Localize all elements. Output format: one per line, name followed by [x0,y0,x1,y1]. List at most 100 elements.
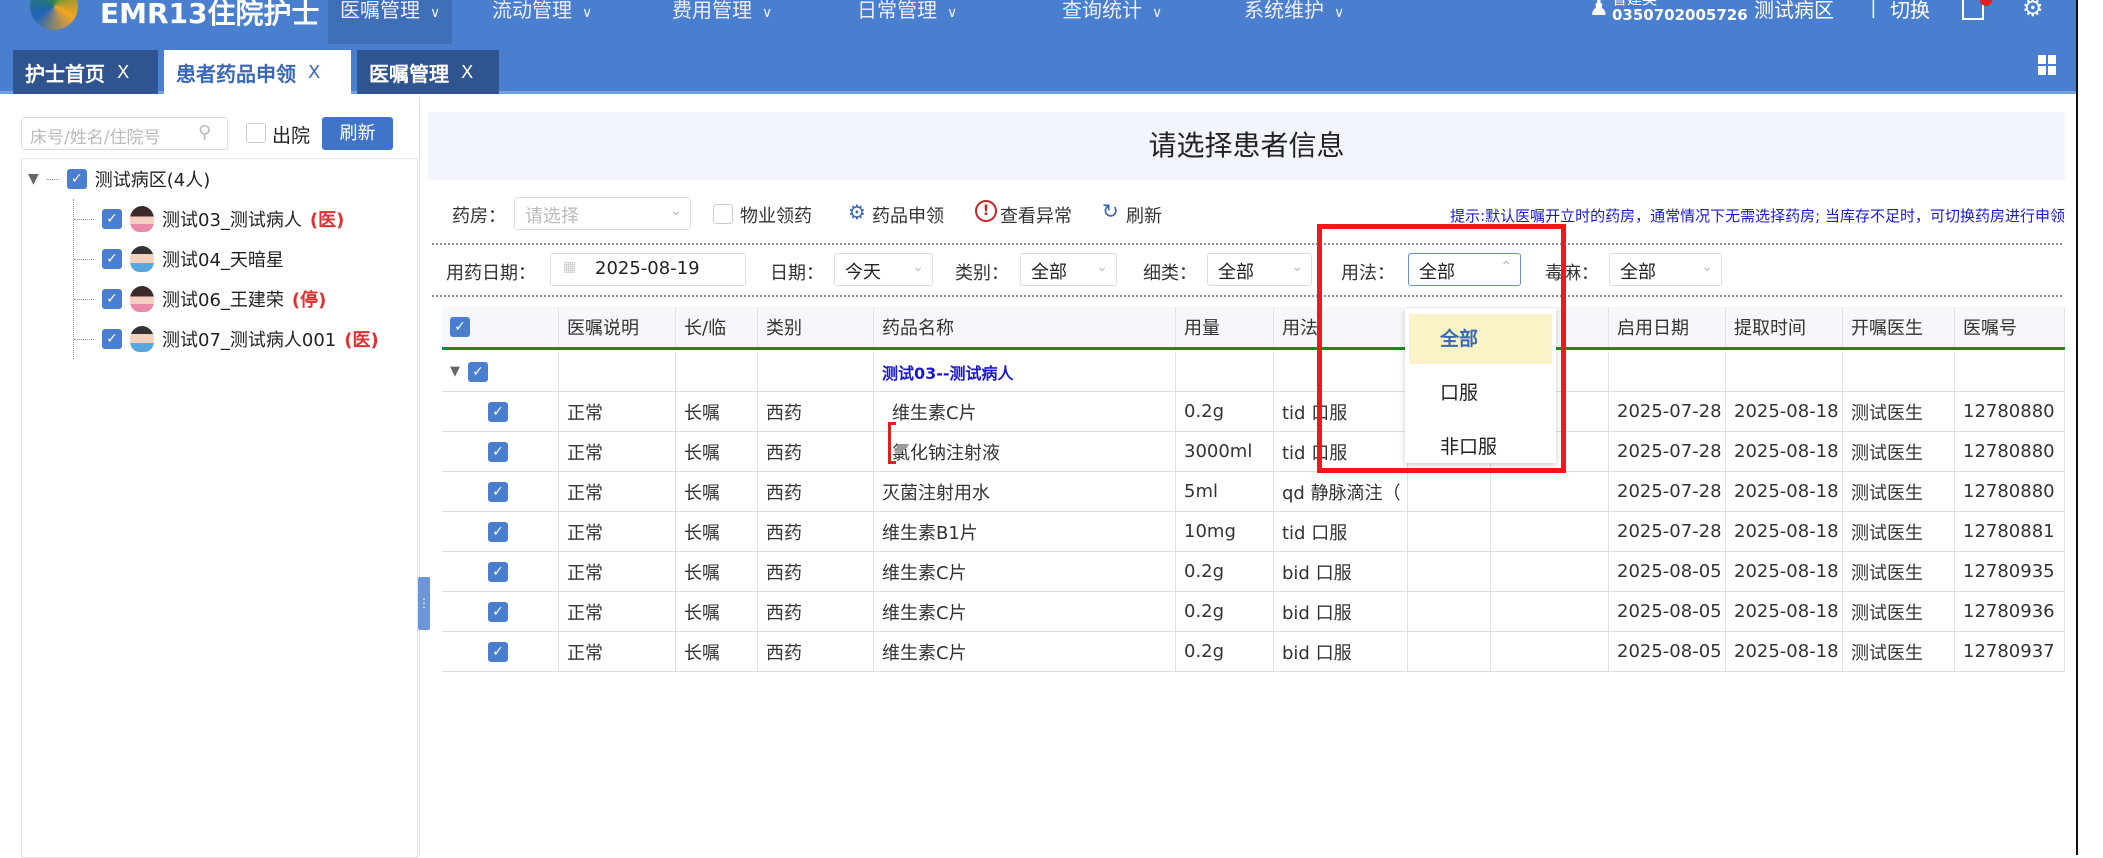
collapse-handle[interactable]: ⋮ [418,577,430,630]
cell-value: 3000ml [1184,441,1253,462]
cell-value: 西药 [766,602,802,624]
select-all-checkbox[interactable]: ✓ [450,317,470,337]
column-header[interactable]: 启用日期 [1609,307,1726,347]
tree-root[interactable]: ▼ ✓ 测试病区(4人) [22,159,417,199]
menu-item[interactable]: 系统维护 ∨ [1232,0,1356,44]
table-cell: 测试医生 [1843,632,1955,671]
subcategory-select[interactable]: 全部 ⌄ [1207,253,1312,286]
table-row: ✓ 正常 长嘱 西药 维生素C片 0.2g bid 口服 2025-08-05 2025-08-… [442,592,2065,632]
menu-item[interactable]: 日常管理 ∨ [845,0,969,44]
cell-value: tid 口服 [1282,522,1348,544]
patient-name: 测试04_天暗星 [162,250,284,271]
cell-value: 西药 [766,562,802,584]
table-cell [1955,352,2065,391]
patient-item[interactable]: ✓ 测试07_测试病人001 (医) [74,319,417,359]
table-cell: 长嘱 [676,472,758,511]
table-cell: 维生素C片 [874,552,1176,591]
checkbox[interactable]: ✓ [102,289,122,309]
column-header[interactable]: 开嘱医生 [1843,307,1955,347]
pharmacy-select[interactable]: 请选择 ⌄ [514,197,691,230]
cell-value: 正常 [567,482,603,504]
checkbox[interactable]: ✓ [102,209,122,229]
discharge-checkbox[interactable] [246,123,266,143]
refresh-button[interactable]: 刷新 [1126,202,1162,228]
day-select[interactable]: 今天 ⌄ [834,253,933,286]
date-input[interactable]: ▦ 2025-08-19 [550,253,746,286]
date-label: 用药日期： [446,263,536,284]
checkbox[interactable]: ✓ [66,169,87,189]
table-cell: bid 口服 [1274,552,1408,591]
column-header[interactable]: 医嘱号 [1955,307,2065,347]
table-cell [1609,352,1726,391]
cell-value: 12780881 [1963,521,2055,542]
search-icon[interactable]: ⚲ [198,122,211,143]
cell-value: 测试医生 [1851,562,1923,584]
patient-search-input[interactable]: 床号/姓名/住院号 [21,117,228,150]
column-header[interactable]: 用量 [1176,307,1274,347]
menu-label: 费用管理 [672,0,752,22]
close-icon[interactable]: X [308,62,320,83]
table-cell [1176,352,1274,391]
toxic-select[interactable]: 全部 ⌄ [1609,253,1722,286]
close-icon[interactable]: X [461,62,473,83]
caret-down-icon[interactable]: ▼ [450,364,460,379]
apply-button[interactable]: 药品申领 [872,202,944,228]
menu-item[interactable]: 医嘱管理 ∨ [328,0,453,44]
table-cell [1408,512,1491,551]
row-checkbox[interactable]: ✓ [488,441,508,462]
caret-down-icon[interactable]: ▼ [28,171,39,187]
subcategory-label: 细类： [1143,263,1197,284]
tab-label: 医嘱管理 [369,61,449,86]
table-cell: 测试医生 [1843,432,1955,471]
column-header[interactable]: 提取时间 [1726,307,1843,347]
cell-value: 维生素C片 [882,602,967,624]
highlight-box [1317,224,1566,473]
avatar [130,246,154,272]
table-cell: 2025-08-05 [1609,592,1726,631]
column-header[interactable]: ✓ [442,307,559,347]
patient-item[interactable]: ✓ 测试06_王建荣 (停) [74,279,417,319]
grid-icon[interactable] [2038,55,2056,75]
table-cell [1408,592,1491,631]
sidebar-refresh-button[interactable]: 刷新 [322,117,393,150]
category-select[interactable]: 全部 ⌄ [1020,253,1117,286]
table-cell: 2025-07-28 [1609,472,1726,511]
checkbox[interactable]: ✓ [102,329,122,349]
menu-item[interactable]: 查询统计 ∨ [1050,0,1174,44]
gear-icon[interactable]: ⚙ [2022,0,2044,22]
row-checkbox[interactable]: ✓ [488,521,508,542]
column-header[interactable]: 药品名称 [874,307,1176,347]
row-checkbox[interactable]: ✓ [488,481,508,502]
row-checkbox[interactable]: ✓ [488,601,508,622]
row-checkbox[interactable]: ✓ [488,561,508,582]
cell-value: 氯化钠注射液 [892,442,1000,464]
row-checkbox[interactable]: ✓ [488,401,508,422]
property-checkbox[interactable] [713,204,733,224]
menu-item[interactable]: 费用管理 ∨ [660,0,784,44]
table-cell: 维生素B1片 [874,512,1176,551]
row-checkbox[interactable]: ✓ [488,641,508,662]
patient-item[interactable]: ✓ 测试04_天暗星 [74,239,417,279]
view-exception-button[interactable]: 查看异常 [1000,202,1072,228]
column-header[interactable]: 长/临 [676,307,758,347]
checkbox[interactable]: ✓ [102,249,122,269]
switch-ward-link[interactable]: 切换 [1890,0,1930,23]
cell-value: 0.2g [1184,601,1225,622]
checkbox[interactable]: ✓ [468,361,488,382]
close-icon[interactable]: X [117,62,129,83]
table-cell: 0.2g [1176,632,1274,671]
column-header[interactable]: 医嘱说明 [559,307,676,347]
column-header[interactable]: 类别 [758,307,874,347]
table-cell [758,352,874,391]
status-tag: (医) [309,210,345,231]
patient-item[interactable]: ✓ 测试03_测试病人 (医) [74,199,417,239]
table-cell: 西药 [758,552,874,591]
menu-item[interactable]: 流动管理 ∨ [480,0,604,44]
tab[interactable]: 医嘱管理 X [357,50,499,94]
table-cell: 12780937 [1955,632,2065,671]
table-cell: 测试医生 [1843,472,1955,511]
cell-value: 正常 [567,562,603,584]
cell-value: 10mg [1184,521,1236,542]
tab[interactable]: 患者药品申领 X [164,50,351,94]
tab[interactable]: 护士首页 X [13,50,158,94]
